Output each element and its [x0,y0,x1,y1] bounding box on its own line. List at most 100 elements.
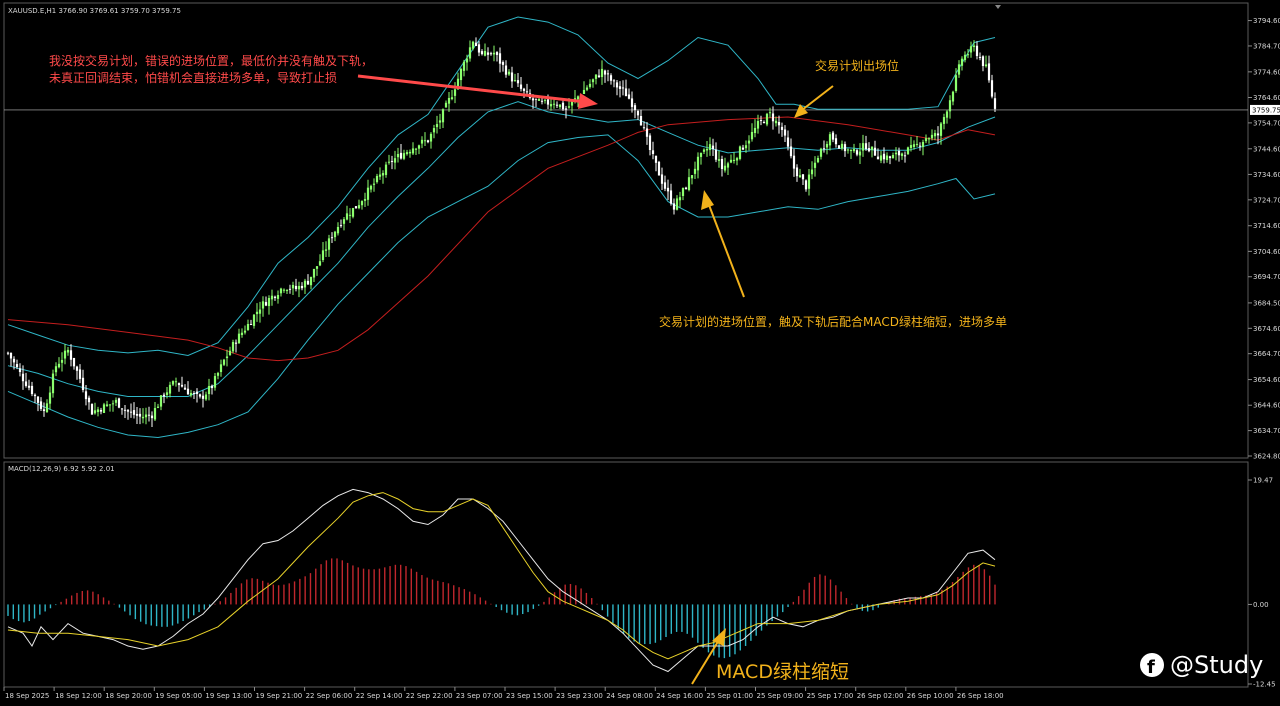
candle-bull [144,414,148,418]
candle-bull [321,250,325,261]
candle-bull [543,99,547,101]
candle-bear [993,98,997,109]
candle-bear [639,115,643,126]
candle-bull [207,386,211,395]
macd-header: MACD(12,26,9) 6.92 5.92 2.01 [8,465,115,473]
candle-bear [486,52,490,55]
macd-axis-tick-label: 19.47 [1253,477,1273,485]
candle-bull [213,376,217,388]
time-axis-tick-label: 23 Sep 15:00 [506,692,553,700]
candle-bear [162,394,166,397]
candle-bull [420,139,424,144]
candle-bull [402,153,406,159]
candle-bear [711,145,715,150]
candle-bull [912,144,916,147]
candle-bull [921,142,925,148]
candle-bull [984,64,988,67]
candle-bear [495,52,499,55]
candle-bull [222,359,226,365]
candle-bull [507,71,511,75]
candle-bull [963,54,967,61]
candle-bear [36,396,40,403]
candle-bull [279,288,283,294]
candle-bear [39,401,43,409]
candle-bear [786,137,790,147]
candle-bull [243,330,247,333]
candle-bull [360,201,364,206]
candle-bear [864,143,868,150]
candle-bull [66,349,70,353]
candle-bull [60,359,64,363]
candle-bull [429,133,433,142]
candle-bear [897,150,901,156]
candle-bull [453,89,457,96]
candle-bull [750,131,754,140]
trading-chart[interactable]: 3794.60 3784.70 3774.60 3764.60 3754.70 3744.… [0,0,1280,706]
candle-bull [348,214,352,216]
candle-bull [267,297,271,307]
time-axis-tick-label: 22 Sep 22:00 [406,692,453,700]
candle-bull [696,156,700,171]
candle-bull [909,145,913,149]
time-axis-tick-label: 19 Sep 05:00 [155,692,202,700]
candle-bull [819,148,823,157]
candle-bull [324,249,328,251]
candle-bear [18,368,22,373]
candle-bear [630,98,634,107]
candle-bear [987,63,991,81]
candle-bull [828,134,832,146]
candle-bull [114,399,118,403]
candle-bear [801,174,805,180]
candle-bear [540,100,544,102]
price-axis-tick-label: 3794.60 [1253,17,1280,25]
candle-bull [219,364,223,373]
candle-bull [387,161,391,163]
candle-bear [663,182,667,189]
candle-bull [483,50,487,56]
candle-bear [981,56,985,67]
candle-bull [678,197,682,201]
candle-bull [885,155,889,161]
candle-bear [936,133,940,136]
candle-bear [834,138,838,145]
candle-bull [738,146,742,159]
wrong-entry-note-line1: 我没按交易计划，错误的进场位置，最低价并没有触及下轨， [49,53,373,68]
candle-bull [966,54,970,56]
candle-bull [816,158,820,163]
candle-bear [294,285,298,290]
time-axis-tick-label: 18 Sep 2025 [5,692,49,700]
candle-bull [939,123,943,136]
candle-bear [21,373,25,382]
candle-bull [708,144,712,150]
candle-bear [234,342,238,344]
macd-axis-tick-label: -12.45 [1253,681,1276,689]
candle-bear [42,409,46,412]
time-axis-tick-label: 19 Sep 21:00 [256,692,303,700]
candle-bear [804,180,808,190]
candle-bear [555,104,559,106]
price-axis-tick-label: 3654.60 [1253,376,1280,384]
time-axis-tick-label: 26 Sep 18:00 [957,692,1004,700]
candle-bull [588,83,592,87]
candle-bear [654,155,658,163]
candle-bull [291,284,295,289]
candle-bear [390,160,394,162]
candle-bull [729,159,733,163]
candle-bull [894,152,898,155]
candle-bull [849,149,853,152]
candle-bull [318,261,322,266]
candle-bull [879,155,883,161]
candle-bull [723,165,727,171]
time-axis-tick-label: 18 Sep 12:00 [55,692,102,700]
candle-bear [354,206,358,209]
candle-bull [102,404,106,414]
candle-bull [675,198,679,210]
time-axis-tick-label: 23 Sep 23:00 [556,692,603,700]
candle-bear [645,128,649,137]
candle-bull [948,100,952,112]
candle-bear [978,56,982,58]
candle-bear [855,150,859,155]
candle-bull [861,143,865,151]
candle-bull [870,146,874,150]
candle-bull [417,145,421,149]
